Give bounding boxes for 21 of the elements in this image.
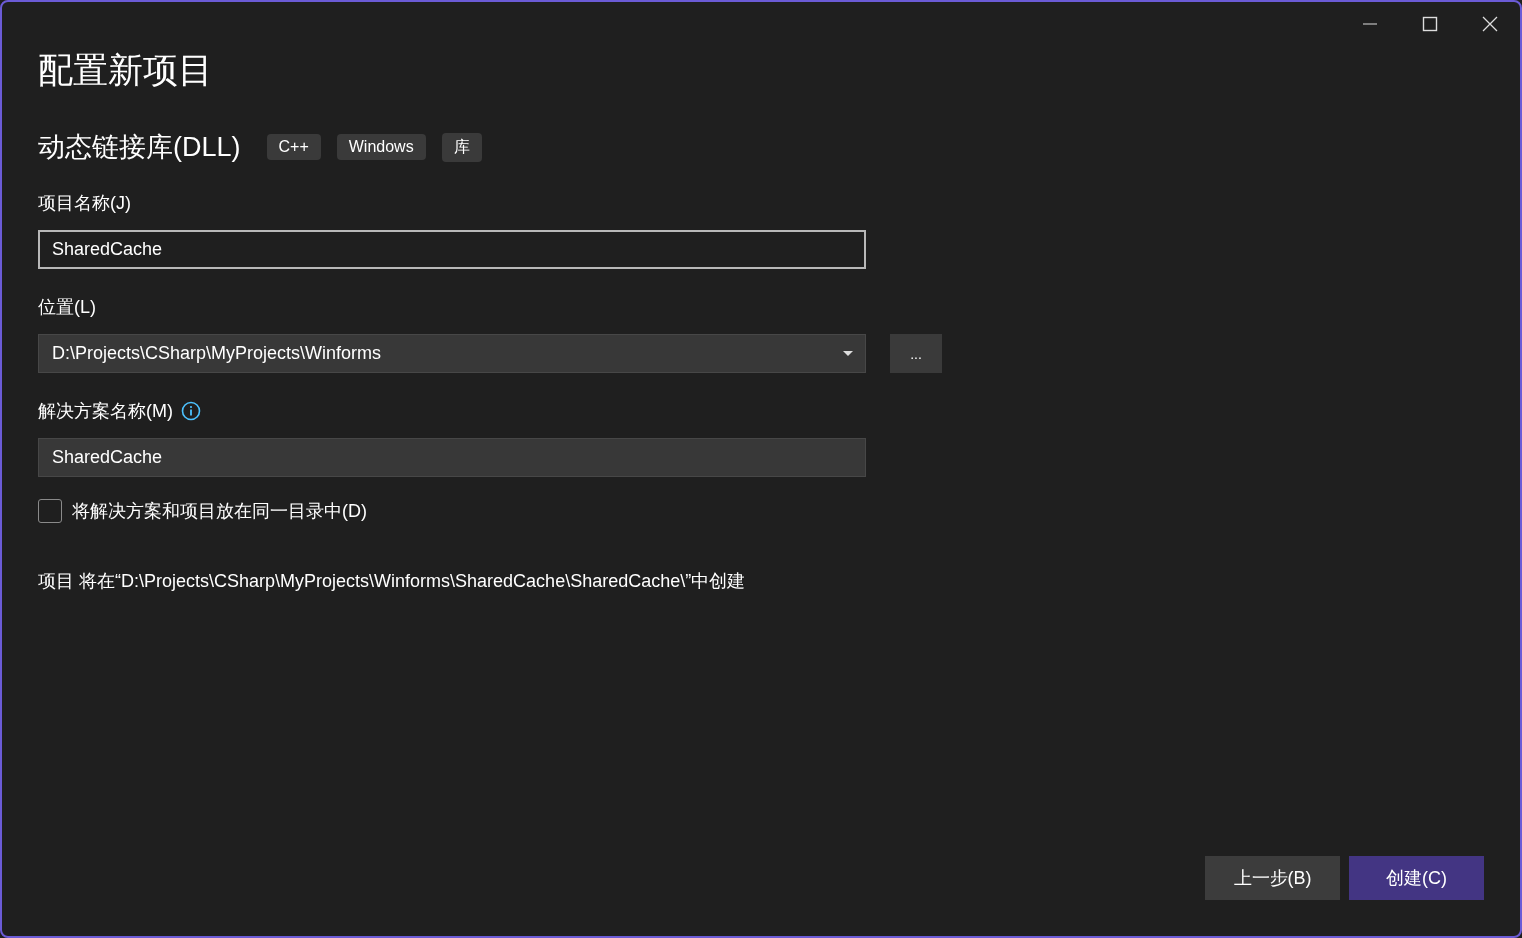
input-field[interactable]: SharedCache <box>38 230 866 269</box>
tag: C++ <box>266 134 321 160</box>
browse-button[interactable]: ... <box>890 334 942 373</box>
input-field[interactable]: SharedCache <box>38 438 866 477</box>
summary-text: 项目 将在“D:\Projects\CSharp\MyProjects\Winforms\SharedCache\SharedCache\”中创建 <box>38 570 747 593</box>
back-button[interactable]: 上一步(B) <box>1205 856 1340 900</box>
window-title: 配置新项目 <box>38 49 214 91</box>
create-button[interactable]: 创建(C) <box>1349 856 1484 900</box>
location-dropdown[interactable]: D:\Projects\CSharp\MyProjects\Winforms <box>38 334 866 373</box>
info-icon[interactable] <box>181 401 201 421</box>
tag: 库 <box>441 132 482 162</box>
tag: Windows <box>336 134 426 160</box>
field-label: 解决方案名称(M) <box>38 400 173 423</box>
checkbox[interactable] <box>38 499 62 523</box>
field-label: 项目名称(J) <box>38 192 131 215</box>
maximize-icon[interactable] <box>1422 16 1438 32</box>
caret-icon <box>843 350 853 357</box>
field-label: 位置(L) <box>38 296 96 319</box>
template-name: 动态链接库(DLL) <box>38 131 241 164</box>
checkbox-label: 将解决方案和项目放在同一目录中(D) <box>72 500 367 523</box>
close-icon[interactable] <box>1482 16 1498 32</box>
